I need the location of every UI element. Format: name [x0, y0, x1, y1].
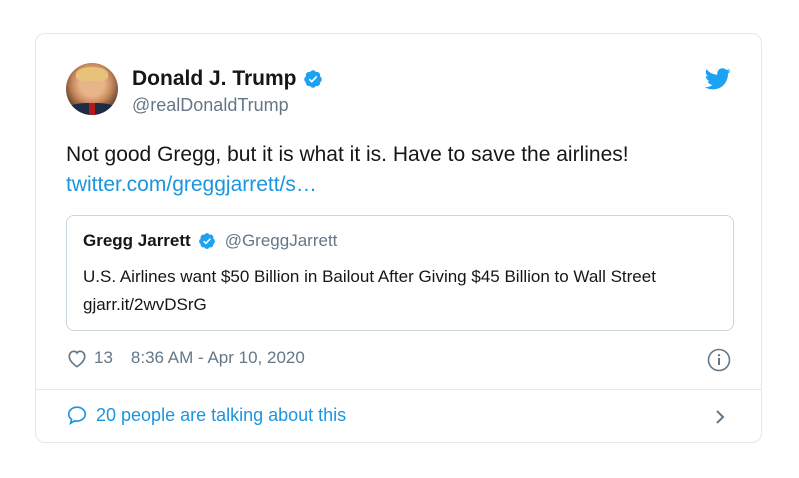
quoted-text: U.S. Airlines want $50 Billion in Bailou… [83, 267, 656, 314]
heart-icon[interactable] [66, 348, 88, 368]
tweet-meta: 13 8:36 AM - Apr 10, 2020 [66, 348, 305, 368]
tweet-link[interactable]: twitter.com/greggjarrett/s… [66, 173, 317, 196]
conversation-link[interactable]: 20 people are talking about this [66, 404, 346, 426]
tweet-text: Not good Gregg, but it is what it is. Ha… [66, 140, 736, 200]
author-handle[interactable]: @realDonaldTrump [132, 95, 289, 116]
author-name[interactable]: Donald J. Trump [132, 67, 297, 91]
tweet-timestamp[interactable]: 8:36 AM - Apr 10, 2020 [131, 348, 305, 368]
verified-badge-icon [198, 233, 215, 249]
chevron-right-icon[interactable] [713, 407, 727, 427]
info-icon[interactable] [707, 348, 731, 372]
tweet-card[interactable]: Donald J. Trump @realDonaldTrump Not goo… [35, 33, 762, 443]
quoted-tweet[interactable]: Gregg Jarrett @GreggJarrett U.S. Airline… [66, 215, 734, 331]
quoted-author-name: Gregg Jarrett [83, 231, 191, 250]
divider [36, 389, 761, 390]
like-count[interactable]: 13 [94, 348, 113, 368]
author-name-row[interactable]: Donald J. Trump [132, 67, 323, 91]
twitter-bird-icon[interactable] [705, 68, 731, 90]
author-avatar[interactable] [66, 63, 118, 115]
quoted-author-handle: @GreggJarrett [224, 231, 338, 250]
tweet-body: Not good Gregg, but it is what it is. Ha… [66, 143, 629, 166]
verified-badge-icon [303, 70, 322, 88]
speech-bubble-icon [67, 406, 87, 425]
quoted-header: Gregg Jarrett @GreggJarrett [83, 231, 337, 251]
talking-count-label[interactable]: 20 people are talking about this [96, 405, 346, 426]
